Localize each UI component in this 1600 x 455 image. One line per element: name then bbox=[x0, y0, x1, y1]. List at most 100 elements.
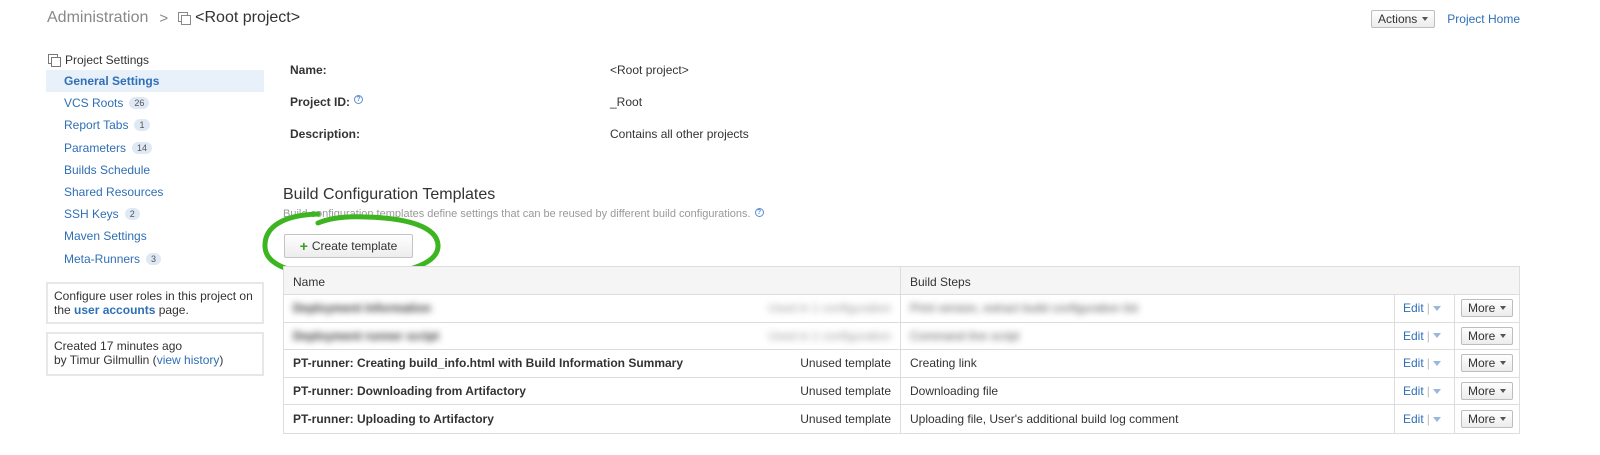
breadcrumb-administration[interactable]: Administration bbox=[47, 9, 148, 27]
template-name-link[interactable]: PT-runner: Uploading to Artifactory bbox=[293, 412, 494, 426]
project-icon bbox=[48, 54, 61, 67]
user-accounts-link[interactable]: user accounts bbox=[74, 303, 155, 317]
template-name-link[interactable]: Deployment runner script bbox=[293, 329, 439, 343]
sidebar-item-label: Maven Settings bbox=[64, 229, 147, 244]
more-label: More bbox=[1468, 356, 1496, 371]
more-button[interactable]: More bbox=[1461, 382, 1514, 401]
build-steps-text: Print version, extract build configurati… bbox=[910, 301, 1139, 316]
edit-link[interactable]: Edit bbox=[1403, 412, 1424, 426]
actions-button[interactable]: Actions bbox=[1370, 10, 1436, 28]
chevron-down-icon bbox=[1422, 17, 1429, 21]
chevron-down-icon[interactable] bbox=[1432, 333, 1441, 339]
build-steps-text: Command line script bbox=[910, 328, 1020, 343]
more-button[interactable]: More bbox=[1461, 354, 1514, 373]
name-label: Name: bbox=[290, 63, 327, 77]
sidebar-title-label: Project Settings bbox=[65, 53, 150, 67]
edit-cell: Edit | bbox=[1395, 377, 1455, 405]
history-suffix: ) bbox=[219, 352, 224, 367]
more-label: More bbox=[1468, 384, 1496, 399]
more-button[interactable]: More bbox=[1461, 410, 1514, 429]
edit-cell: Edit | bbox=[1395, 350, 1455, 377]
more-button[interactable]: More bbox=[1461, 326, 1514, 345]
chevron-down-icon[interactable] bbox=[1432, 416, 1441, 422]
sidebar-item-label: Shared Resources bbox=[64, 185, 164, 200]
sidebar-title: Project Settings bbox=[46, 52, 264, 68]
chevron-down-icon[interactable] bbox=[1432, 388, 1441, 394]
column-build-steps: Build Steps bbox=[910, 275, 971, 289]
edit-link[interactable]: Edit bbox=[1403, 301, 1424, 315]
template-name-link[interactable]: PT-runner: Creating build_info.html with… bbox=[293, 356, 683, 370]
template-status: Used in 1 configuration bbox=[768, 301, 891, 316]
create-template-button[interactable]: + Create template bbox=[284, 234, 413, 258]
more-cell: More bbox=[1455, 350, 1519, 377]
templates-title: Build Configuration Templates bbox=[283, 186, 496, 203]
more-cell: More bbox=[1455, 378, 1519, 405]
build-steps-cell: Downloading file bbox=[901, 377, 1395, 405]
table-row: PT-runner: Downloading from Artifactory U… bbox=[284, 377, 1519, 406]
divider: | bbox=[1426, 384, 1430, 399]
sidebar-item-general-settings[interactable]: General Settings bbox=[46, 70, 264, 93]
sidebar-item-label: VCS Roots bbox=[64, 96, 124, 111]
chevron-down-icon[interactable] bbox=[1432, 360, 1441, 366]
table-row: PT-runner: Uploading to Artifactory Unuse… bbox=[284, 405, 1519, 433]
view-history-link[interactable]: view history bbox=[157, 353, 220, 367]
sidebar-item-label: SSH Keys bbox=[64, 207, 119, 222]
edit-link[interactable]: Edit bbox=[1403, 356, 1424, 370]
build-steps-text: Downloading file bbox=[910, 384, 999, 399]
description-label: Description: bbox=[290, 127, 361, 141]
project-home-link[interactable]: Project Home bbox=[1447, 12, 1520, 26]
table-row: PT-runner: Creating build_info.html with… bbox=[284, 350, 1519, 378]
edit-link[interactable]: Edit bbox=[1403, 329, 1424, 343]
template-status: Unused template bbox=[800, 356, 891, 371]
more-cell: More bbox=[1455, 405, 1519, 433]
template-status: Unused template bbox=[800, 384, 891, 399]
sidebar-item-ssh-keys[interactable]: SSH Keys 2 bbox=[46, 203, 264, 225]
help-icon[interactable]: ? bbox=[354, 95, 364, 104]
template-name-cell: PT-runner: Downloading from Artifactory U… bbox=[284, 377, 901, 405]
template-name-link[interactable]: Deployment Information bbox=[293, 301, 431, 315]
template-name-cell: PT-runner: Uploading to Artifactory Unuse… bbox=[284, 405, 901, 433]
table-row: Deployment runner script Used in 1 config… bbox=[284, 322, 1519, 351]
table-body: Deployment Information Used in 1 configur… bbox=[284, 295, 1519, 433]
more-label: More bbox=[1468, 412, 1496, 427]
edit-link[interactable]: Edit bbox=[1403, 384, 1424, 398]
user-roles-box: Configure user roles in this project on … bbox=[46, 281, 264, 324]
created-by: by Timur Gilmullin ( bbox=[54, 352, 157, 367]
chevron-down-icon[interactable] bbox=[1432, 305, 1441, 311]
sidebar: Project Settings General Settings VCS Ro… bbox=[46, 52, 264, 376]
sidebar-item-label: Meta-Runners bbox=[64, 251, 141, 266]
sidebar-item-parameters[interactable]: Parameters 14 bbox=[46, 137, 264, 159]
actions-label: Actions bbox=[1377, 12, 1418, 26]
project-id-value: _Root bbox=[610, 95, 643, 109]
breadcrumb: Administration > <Root project> bbox=[47, 9, 300, 27]
help-icon[interactable]: ? bbox=[754, 208, 764, 217]
template-name-link[interactable]: PT-runner: Downloading from Artifactory bbox=[293, 384, 526, 398]
count-badge: 1 bbox=[134, 119, 150, 132]
chevron-down-icon bbox=[1500, 389, 1507, 394]
sidebar-item-maven-settings[interactable]: Maven Settings bbox=[46, 225, 264, 247]
name-row: Name: <Root project> bbox=[290, 63, 689, 77]
description-row: Description: Contains all other projects bbox=[290, 127, 749, 141]
sidebar-item-meta-runners[interactable]: Meta-Runners 3 bbox=[46, 248, 264, 270]
sidebar-item-report-tabs[interactable]: Report Tabs 1 bbox=[46, 114, 264, 136]
more-label: More bbox=[1468, 328, 1496, 343]
project-id-label: Project ID: bbox=[290, 95, 351, 109]
build-steps-cell: Creating link bbox=[901, 350, 1395, 377]
create-template-label: Create template bbox=[311, 239, 398, 253]
build-steps-text: Creating link bbox=[910, 356, 977, 371]
header-actions: Actions Project Home bbox=[1370, 10, 1520, 28]
divider: | bbox=[1426, 328, 1430, 343]
sidebar-item-vcs-roots[interactable]: VCS Roots 26 bbox=[46, 92, 264, 114]
divider: | bbox=[1426, 301, 1430, 316]
sidebar-item-shared-resources[interactable]: Shared Resources bbox=[46, 181, 264, 203]
template-name-cell: PT-runner: Creating build_info.html with… bbox=[284, 350, 901, 377]
project-id-row: Project ID:? _Root bbox=[290, 95, 642, 109]
table-row: Deployment Information Used in 1 configur… bbox=[284, 295, 1519, 323]
count-badge: 2 bbox=[124, 208, 140, 221]
more-button[interactable]: More bbox=[1461, 299, 1514, 318]
sidebar-item-label: General Settings bbox=[64, 74, 160, 89]
build-steps-cell: Print version, extract build configurati… bbox=[901, 295, 1395, 322]
sidebar-item-builds-schedule[interactable]: Builds Schedule bbox=[46, 159, 264, 181]
divider: | bbox=[1426, 356, 1430, 371]
chevron-down-icon bbox=[1500, 333, 1507, 338]
